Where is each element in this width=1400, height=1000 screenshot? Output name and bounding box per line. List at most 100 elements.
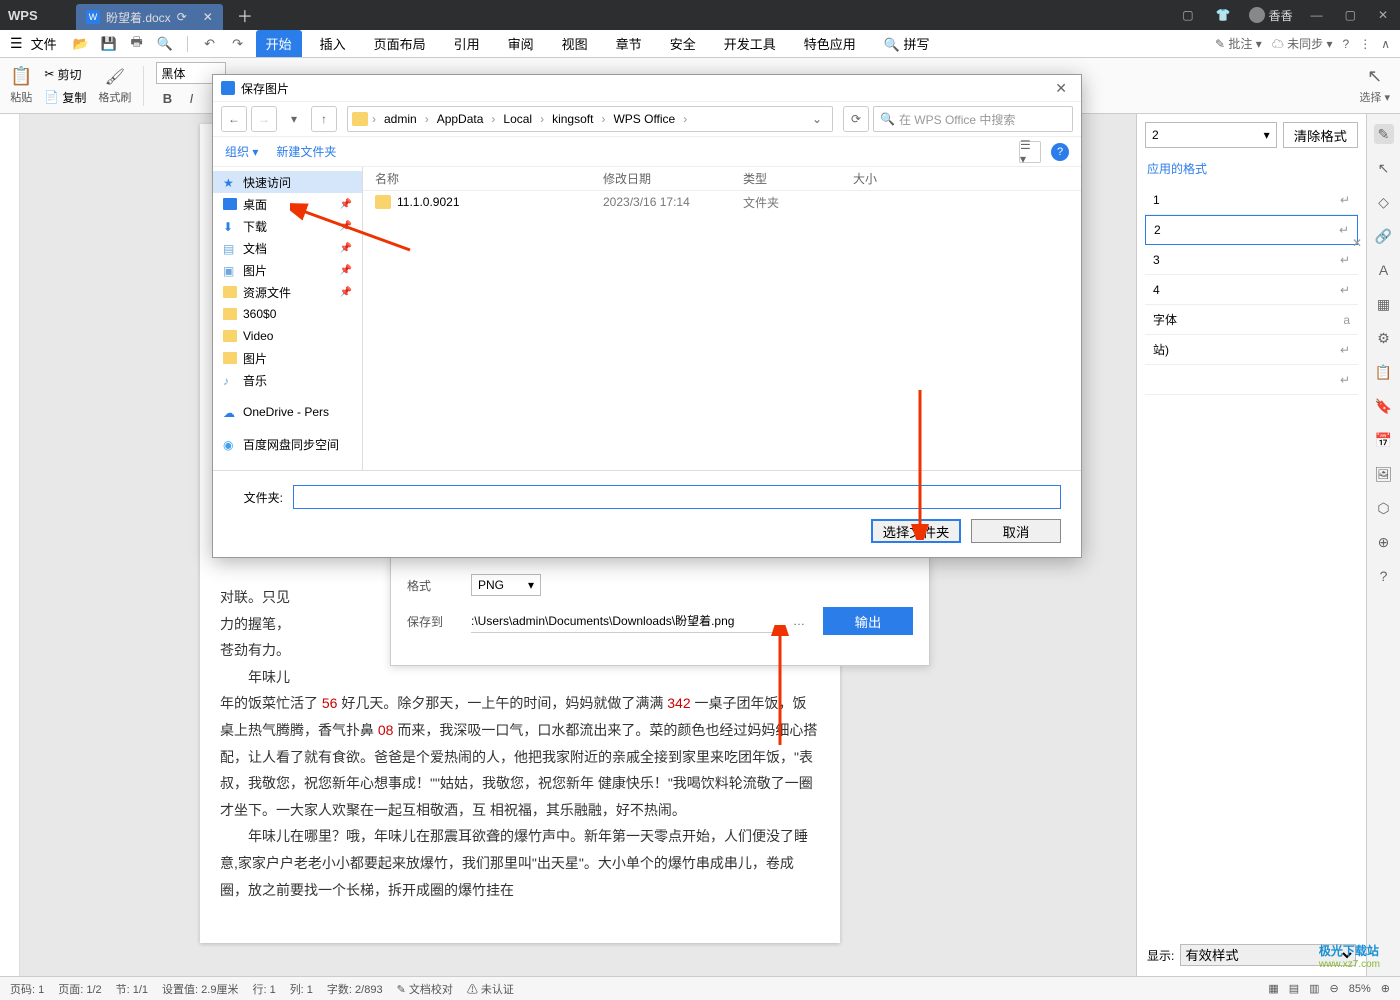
section[interactable]: 节: 1/1: [116, 981, 148, 997]
skin-icon[interactable]: 👕: [1212, 8, 1235, 22]
format-select[interactable]: PNG▾: [471, 574, 541, 596]
text-icon[interactable]: A: [1374, 260, 1394, 280]
page-code[interactable]: 页码: 1: [10, 981, 44, 997]
more-tool-icon[interactable]: ⊕: [1374, 532, 1394, 552]
open-icon[interactable]: 📂: [71, 34, 91, 54]
settings-icon[interactable]: ⚙: [1374, 328, 1394, 348]
zoom-out-icon[interactable]: ⊖: [1330, 982, 1339, 995]
preview-icon[interactable]: 🔍: [155, 34, 175, 54]
res-item[interactable]: 资源文件📌: [213, 281, 362, 303]
undo-icon[interactable]: ↶: [200, 34, 220, 54]
print-icon[interactable]: 🖶: [127, 34, 147, 54]
tab-start[interactable]: 开始: [256, 30, 302, 57]
zoom-in-icon[interactable]: ⊕: [1381, 982, 1390, 995]
style-item-site[interactable]: 站)↵: [1145, 335, 1358, 365]
bookmark-icon[interactable]: 🔖: [1374, 396, 1394, 416]
refresh-button[interactable]: ⟳: [843, 106, 869, 132]
cut-button[interactable]: ✂ 剪切: [38, 64, 92, 85]
format-painter[interactable]: 🖌 格式刷: [98, 67, 131, 105]
proof[interactable]: ✎ 文档校对: [397, 981, 453, 997]
cursor-tool-icon[interactable]: ↖: [1374, 158, 1394, 178]
download-item[interactable]: ⬇下载📌: [213, 215, 362, 237]
tab-spell[interactable]: 🔍 拼写: [874, 30, 940, 57]
redo-icon[interactable]: ↷: [228, 34, 248, 54]
italic-icon[interactable]: I: [180, 87, 202, 109]
view-mode-icon[interactable]: ▦: [1268, 982, 1278, 995]
style-select[interactable]: 2▾: [1145, 122, 1277, 148]
minimize-icon[interactable]: —: [1307, 8, 1327, 22]
word-count[interactable]: 字数: 2/893: [327, 981, 383, 997]
help-icon[interactable]: ?: [1343, 37, 1350, 51]
collapse-icon[interactable]: ∧: [1381, 37, 1390, 51]
paste-icon[interactable]: 📋: [10, 66, 32, 87]
tab-special[interactable]: 特色应用: [794, 30, 866, 57]
onedrive-item[interactable]: ☁OneDrive - Pers: [213, 401, 362, 423]
save-icon[interactable]: 💾: [99, 34, 119, 54]
view-mode-icon3[interactable]: ▥: [1309, 982, 1319, 995]
view-mode-icon2[interactable]: ▤: [1289, 982, 1299, 995]
music-item[interactable]: ♪音乐: [213, 369, 362, 391]
shape-icon[interactable]: ◇: [1374, 192, 1394, 212]
tab-view[interactable]: 视图: [552, 30, 598, 57]
tab-reference[interactable]: 引用: [444, 30, 490, 57]
style-item-1[interactable]: 1↵: [1145, 185, 1358, 215]
tab-dev[interactable]: 开发工具: [714, 30, 786, 57]
calendar-icon[interactable]: 📅: [1374, 430, 1394, 450]
docs-item[interactable]: ▤文档📌: [213, 237, 362, 259]
more-icon[interactable]: ⋮: [1359, 37, 1371, 51]
folder-input[interactable]: [293, 485, 1061, 509]
breadcrumb[interactable]: › admin› AppData› Local› kingsoft› WPS O…: [347, 106, 833, 132]
page-num[interactable]: 页面: 1/2: [58, 981, 101, 997]
style-item-blank[interactable]: ↵: [1145, 365, 1358, 395]
recent-button[interactable]: ▾: [281, 106, 307, 132]
dialog-close-icon[interactable]: ✕: [1049, 80, 1073, 97]
close-icon[interactable]: ✕: [1374, 8, 1392, 22]
edit-icon[interactable]: ✎: [1374, 124, 1394, 144]
plugin-icon[interactable]: ⬡: [1374, 498, 1394, 518]
style-item-4[interactable]: 4↵: [1145, 275, 1358, 305]
baidu-item[interactable]: ◉百度网盘同步空间: [213, 433, 362, 455]
cancel-button[interactable]: 取消: [971, 519, 1061, 543]
clipboard-icon[interactable]: 📋: [1374, 362, 1394, 382]
tab-insert[interactable]: 插入: [310, 30, 356, 57]
new-folder-button[interactable]: 新建文件夹: [276, 143, 336, 160]
quick-access[interactable]: ★快速访问: [213, 171, 362, 193]
image-icon[interactable]: 🖼: [1374, 464, 1394, 484]
pics-item[interactable]: ▣图片📌: [213, 259, 362, 281]
clear-format-button[interactable]: 清除格式: [1283, 122, 1358, 148]
bold-icon[interactable]: B: [156, 87, 178, 109]
comment-icon[interactable]: ✎ 批注 ▾: [1215, 35, 1262, 52]
tab-refresh-icon[interactable]: ⟳: [177, 10, 187, 24]
copy-button[interactable]: 📄 复制: [38, 87, 92, 108]
panel-close-icon[interactable]: ✕: [1352, 236, 1362, 250]
maximize-icon[interactable]: ▢: [1341, 8, 1360, 22]
tab-layout[interactable]: 页面布局: [364, 30, 436, 57]
tab-close-icon[interactable]: ✕: [203, 10, 213, 24]
file-row[interactable]: 11.1.0.9021 2023/3/16 17:14 文件夹: [363, 191, 1081, 213]
search-input[interactable]: 🔍 在 WPS Office 中搜索: [873, 106, 1073, 132]
tab-review[interactable]: 审阅: [498, 30, 544, 57]
style-item-3[interactable]: 3↵: [1145, 245, 1358, 275]
table-icon[interactable]: ▦: [1374, 294, 1394, 314]
document-tab[interactable]: W 盼望着.docx ⟳ ✕: [76, 4, 223, 30]
video-item[interactable]: Video: [213, 325, 362, 347]
col-date[interactable]: 修改日期: [603, 170, 743, 187]
up-button[interactable]: ↑: [311, 106, 337, 132]
tab-security[interactable]: 安全: [660, 30, 706, 57]
select-button[interactable]: 选择 ▾: [1359, 89, 1390, 105]
link-icon[interactable]: 🔗: [1374, 226, 1394, 246]
sync-icon[interactable]: ☁ 未同步 ▾: [1272, 35, 1333, 52]
applied-format-link[interactable]: 应用的格式: [1137, 156, 1366, 181]
back-button[interactable]: ←: [221, 106, 247, 132]
user-menu[interactable]: 香香: [1249, 7, 1293, 24]
menu-icon[interactable]: ☰: [10, 35, 23, 52]
view-mode-button[interactable]: ☰ ▾: [1019, 141, 1041, 163]
file-menu[interactable]: 文件: [31, 34, 57, 53]
browse-button[interactable]: …: [789, 614, 809, 628]
organize-menu[interactable]: 组织 ▾: [225, 143, 258, 160]
help-tool-icon[interactable]: ?: [1374, 566, 1394, 586]
select-folder-button[interactable]: 选择文件夹: [871, 519, 961, 543]
zoom-level[interactable]: 85%: [1349, 983, 1371, 995]
tab-chapter[interactable]: 章节: [606, 30, 652, 57]
pics2-item[interactable]: 图片: [213, 347, 362, 369]
